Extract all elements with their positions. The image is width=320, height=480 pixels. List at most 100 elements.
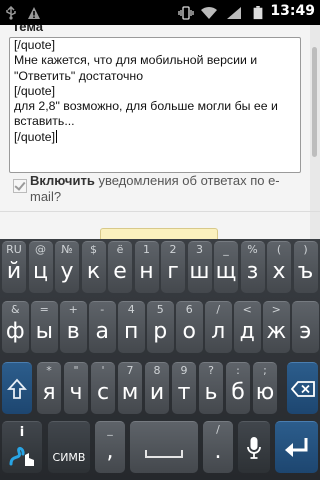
letter-key[interactable]: 9т: [172, 362, 196, 414]
usb-icon: [6, 6, 16, 20]
letter-key[interactable]: 5р: [147, 301, 174, 353]
key-secondary-label: (: [276, 243, 282, 256]
letter-key[interactable]: 2г: [161, 241, 185, 293]
letter-key[interactable]: + в: [60, 301, 87, 353]
key-primary-label: ч: [69, 380, 83, 405]
space-bar-icon: [145, 450, 183, 458]
divider: [0, 211, 320, 212]
key-primary-label: м: [121, 380, 139, 405]
submit-button[interactable]: [100, 228, 218, 239]
backspace-icon: [291, 381, 315, 397]
key-secondary-label: /: [216, 303, 221, 316]
shift-key[interactable]: [2, 362, 32, 414]
key-primary-label: ц: [33, 259, 48, 284]
comma-secondary: _: [107, 423, 113, 436]
enter-key[interactable]: [275, 421, 318, 473]
key-primary-label: г: [167, 259, 179, 284]
key-primary-label: й: [6, 259, 22, 284]
letter-key[interactable]: э: [292, 301, 319, 353]
letter-key[interactable]: 8и: [145, 362, 169, 414]
letter-key[interactable]: " ч: [64, 362, 88, 414]
letter-key[interactable]: _ щ: [214, 241, 238, 293]
status-bar: 13:49: [0, 0, 320, 25]
voice-input-key[interactable]: [238, 421, 270, 473]
letter-key[interactable]: * я: [37, 362, 61, 414]
key-primary-label: ъ: [297, 259, 314, 284]
message-textarea[interactable]: [/quote] Мне кажется, что для мобильной …: [9, 37, 301, 173]
key-primary-label: т: [177, 380, 191, 405]
letter-key[interactable]: ' с: [91, 362, 115, 414]
letter-key[interactable]: (х: [267, 241, 291, 293]
vibrate-icon: [178, 6, 194, 20]
info-glyph: i: [19, 425, 25, 440]
notify-label[interactable]: Включить уведомления об ответах по e-mai…: [30, 173, 300, 205]
letter-key[interactable]: -а: [89, 301, 116, 353]
letter-key[interactable]: % з: [240, 241, 265, 293]
key-secondary-label: 9: [180, 364, 188, 377]
key-secondary-label: ': [101, 364, 105, 377]
letter-key[interactable]: 6о: [176, 301, 203, 353]
symbols-key[interactable]: СИМВ: [48, 421, 90, 473]
key-secondary-label: =: [39, 303, 49, 316]
key-secondary-label: *: [46, 364, 52, 377]
letter-key[interactable]: > ж: [263, 301, 290, 353]
letter-key[interactable]: @ ц: [28, 241, 53, 293]
letter-key[interactable]: 3ш: [187, 241, 212, 293]
letter-key[interactable]: $ к: [81, 241, 106, 293]
message-line: [/quote]: [14, 38, 56, 52]
key-secondary-label: RU: [6, 243, 22, 256]
symbols-label: СИМВ: [52, 451, 86, 464]
key-primary-label: э: [299, 319, 312, 344]
text-cursor: [56, 129, 58, 143]
notify-checkbox[interactable]: [13, 179, 27, 193]
letter-key[interactable]: / л: [205, 301, 232, 353]
letter-key[interactable]: = ы: [31, 301, 58, 353]
period-secondary: /: [216, 423, 220, 436]
space-key[interactable]: [130, 421, 198, 473]
letter-key[interactable]: ёе: [108, 241, 132, 293]
key-primary-label: а: [95, 319, 109, 344]
comma-key[interactable]: _ ,: [95, 421, 125, 473]
wifi-icon: [201, 6, 217, 19]
letter-key[interactable]: ? ь: [199, 362, 223, 414]
battery-icon: [253, 6, 263, 20]
key-primary-label: н: [139, 259, 154, 284]
letter-key[interactable]: 1н: [134, 241, 159, 293]
key-secondary-label: %: [247, 243, 258, 256]
message-line: вставить...: [14, 114, 75, 129]
key-secondary-label: :: [236, 364, 240, 377]
letter-key[interactable]: RU й: [2, 241, 26, 293]
letter-key[interactable]: & ф: [2, 301, 29, 353]
key-primary-label: д: [239, 319, 255, 344]
key-primary-label: я: [42, 380, 56, 405]
key-primary-label: с: [96, 380, 110, 405]
notify-label-bold: Включить: [30, 173, 95, 188]
key-secondary-label: 8: [153, 364, 161, 377]
page-scrollbar-thumb[interactable]: [312, 47, 317, 157]
period-key[interactable]: / .: [203, 421, 233, 473]
key-secondary-label: ?: [208, 364, 214, 377]
letter-key[interactable]: ) ъ: [293, 241, 318, 293]
key-primary-label: з: [246, 259, 259, 284]
letter-key[interactable]: 7м: [118, 362, 142, 414]
key-secondary-label: ": [73, 364, 79, 377]
key-secondary-label: 4: [127, 303, 135, 316]
clock: 13:49: [270, 3, 315, 19]
backspace-key[interactable]: [287, 362, 318, 414]
letter-key[interactable]: < д: [234, 301, 261, 353]
swype-info-key[interactable]: i: [2, 421, 42, 473]
letter-key[interactable]: ; ю: [253, 362, 277, 414]
letter-key[interactable]: № у: [55, 241, 79, 293]
letter-key[interactable]: 4п: [118, 301, 145, 353]
key-primary-label: б: [231, 380, 245, 405]
key-secondary-label: -: [100, 303, 105, 316]
subject-label: Тема: [12, 25, 44, 34]
message-line: [/quote]: [14, 129, 56, 144]
key-secondary-label: ё: [116, 243, 124, 256]
reply-form: Тема [/quote] Мне кажется, что для мобил…: [0, 25, 320, 239]
key-secondary-label: ;: [263, 364, 267, 377]
key-primary-label: к: [86, 259, 101, 284]
message-line: Мне кажется, что для мобильной версии и: [14, 53, 258, 68]
warning-icon: [28, 7, 40, 19]
letter-key[interactable]: :б: [226, 362, 250, 414]
